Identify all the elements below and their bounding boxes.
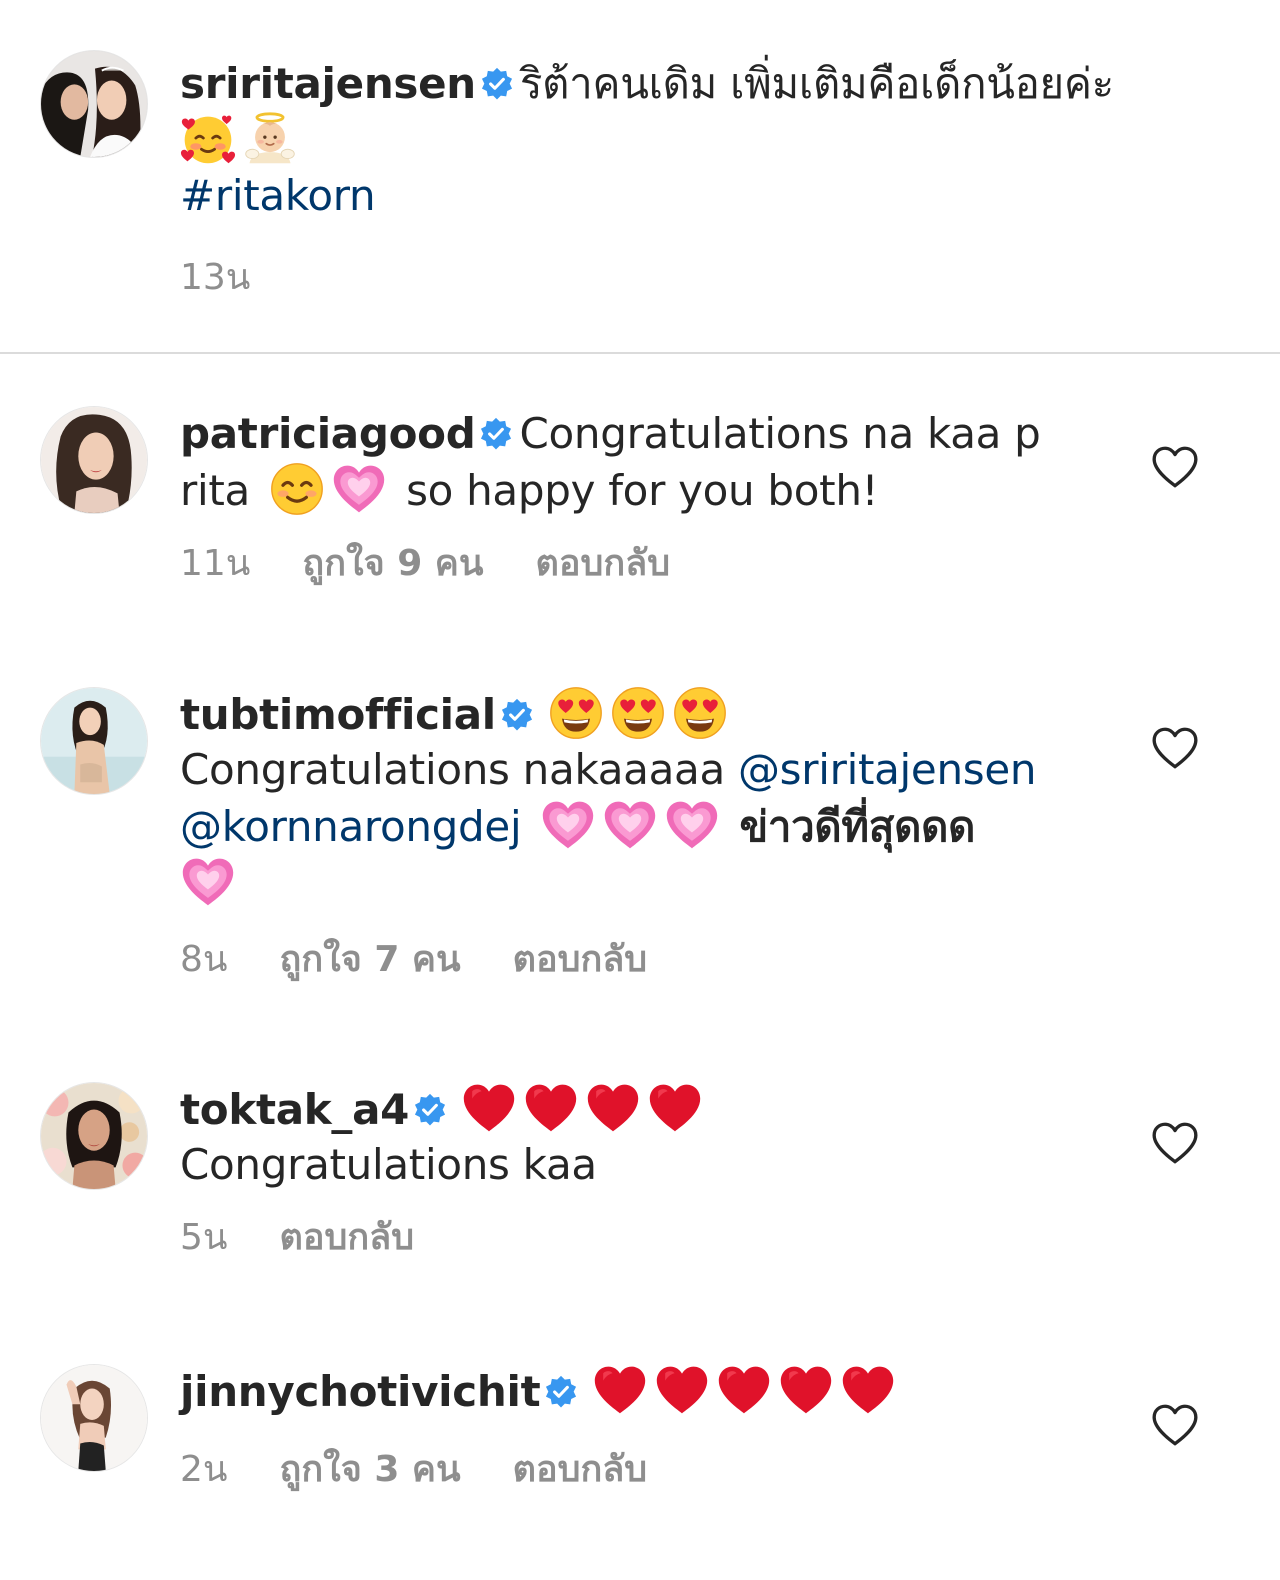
post-caption: sriritajensen ริต้าคนเดิม เพิ่มเติมคือเด็… [0,0,1280,352]
red-heart-emoji [585,1080,641,1136]
comment-tubtimofficial: tubtimofficial Congratulations nakaaaaa … [0,685,1280,1005]
avatar-sriritajensen[interactable] [40,50,148,158]
comment-likes[interactable]: ถูกใจ 9 คน [302,544,483,584]
smiling-face-emoji [269,461,325,517]
comment-meta: 2น ถูกใจ 3 คน ตอบกลับ [180,1450,699,1490]
red-heart-emoji [778,1362,834,1418]
like-heart-icon[interactable] [1150,1120,1200,1166]
comment-body: toktak_a4 Congratulations kaa [180,1080,1120,1192]
comment-username[interactable]: jinnychotivichit [180,1367,541,1416]
growing-heart-emoji [540,797,596,853]
growing-heart-emoji [180,854,236,910]
caption-body: sriritajensen ริต้าคนเดิม เพิ่มเติมคือเด็… [180,56,1120,223]
comment-time: 8น [180,939,228,980]
red-heart-emoji [654,1362,710,1418]
comment-body: patriciagood Congratulations na kaa p rit… [180,406,1120,518]
caption-text: ริต้าคนเดิม เพิ่มเติมคือเด็กน้อยค่ะ [519,59,1114,108]
comment-text: so happy for you both! [406,466,879,515]
comment-text: ข่าวดีที่สุดดด [739,802,976,851]
caption-time: 13น [180,257,251,298]
smiling-face-with-hearts-emoji [180,111,236,167]
reply-button[interactable]: ตอบกลับ [513,1450,648,1490]
comment-username[interactable]: patriciagood [180,409,476,458]
heart-eyes-emoji [672,685,728,741]
comment-username[interactable]: tubtimofficial [180,690,496,739]
reply-button[interactable]: ตอบกลับ [513,940,648,980]
red-heart-emoji [461,1080,517,1136]
red-heart-emoji [523,1080,579,1136]
red-heart-emoji [716,1362,772,1418]
growing-heart-emoji [331,461,387,517]
comment-meta: 8น ถูกใจ 7 คน ตอบกลับ [180,940,699,980]
like-heart-icon[interactable] [1150,444,1200,490]
comment-likes[interactable]: ถูกใจ 7 คน [280,940,461,980]
comment-time: 11น [180,543,251,584]
baby-angel-emoji [242,111,298,167]
comment-text: Congratulations kaa [180,1140,597,1189]
like-heart-icon[interactable] [1150,725,1200,771]
comment-likes[interactable]: ถูกใจ 3 คน [280,1450,461,1490]
reply-button[interactable]: ตอบกลับ [280,1218,415,1258]
mention-link[interactable]: @kornnarongdej [180,802,522,851]
verified-badge-icon [500,698,534,732]
avatar-toktak_a4[interactable] [40,1082,148,1190]
instagram-comments-screen: sriritajensen ริต้าคนเดิม เพิ่มเติมคือเด็… [0,0,1280,1580]
comment-body: tubtimofficial Congratulations nakaaaaa … [180,685,1120,911]
comment-meta: 5น ตอบกลับ [180,1218,466,1258]
verified-badge-icon [544,1375,578,1409]
comment-time: 2น [180,1449,228,1490]
comment-patriciagood: patriciagood Congratulations na kaa p rit… [0,404,1280,604]
caption-meta: 13น [180,258,302,298]
growing-heart-emoji [664,797,720,853]
reply-button[interactable]: ตอบกลับ [536,544,671,584]
avatar-patriciagood[interactable] [40,406,148,514]
red-heart-emoji [647,1080,703,1136]
comment-meta: 11น ถูกใจ 9 คน ตอบกลับ [180,544,722,584]
heart-eyes-emoji [610,685,666,741]
comment-time: 5น [180,1217,228,1258]
caption-username[interactable]: sriritajensen [180,59,476,108]
comment-body: jinnychotivichit [180,1362,1120,1419]
verified-badge-icon [479,417,513,451]
caption-divider [0,352,1280,354]
comment-toktak_a4: toktak_a4 Congratulations kaa 5น ตอบกลับ [0,1080,1280,1280]
caption-hashtag[interactable]: #ritakorn [180,171,376,220]
verified-badge-icon [480,67,514,101]
mention-link[interactable]: @sriritajensen [738,745,1037,794]
red-heart-emoji [840,1362,896,1418]
avatar-tubtimofficial[interactable] [40,687,148,795]
comment-username[interactable]: toktak_a4 [180,1085,409,1134]
comment-text: Congratulations nakaaaaa [180,745,725,794]
heart-eyes-emoji [548,685,604,741]
like-heart-icon[interactable] [1150,1402,1200,1448]
verified-badge-icon [413,1093,447,1127]
avatar-jinnychotivichit[interactable] [40,1364,148,1472]
red-heart-emoji [592,1362,648,1418]
comment-jinnychotivichit: jinnychotivichit 2น ถูกใจ 3 คน ตอบกลับ [0,1362,1280,1522]
growing-heart-emoji [602,797,658,853]
